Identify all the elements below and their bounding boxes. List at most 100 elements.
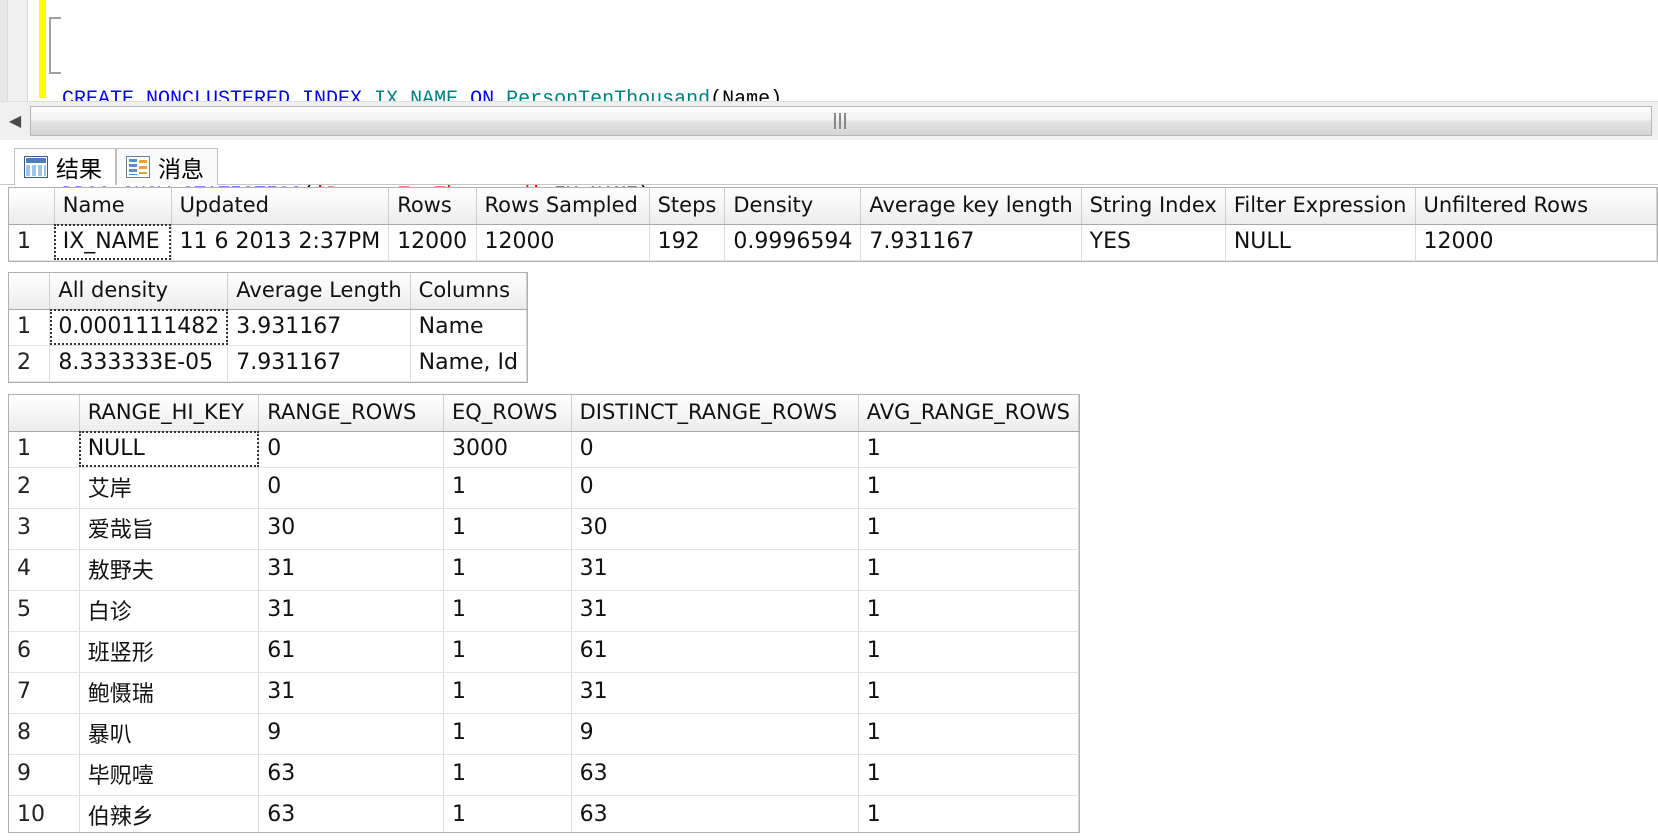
table-cell[interactable]: 1 [443,549,572,591]
table-cell[interactable]: IX_NAME [54,224,172,261]
table-cell[interactable]: 1 [443,795,572,832]
table-cell[interactable]: 30 [571,508,859,550]
table-cell[interactable]: 白诊 [79,590,260,632]
table-cell[interactable]: 31 [258,672,444,714]
row-number-cell[interactable]: 2 [9,467,80,509]
table-cell[interactable]: 31 [571,672,859,714]
table-cell[interactable]: 1 [443,713,572,755]
column-header[interactable]: Updated [171,188,390,225]
histogram-table[interactable]: RANGE_HI_KEY RANGE_ROWS EQ_ROWS DISTINCT_RA… [9,395,1079,832]
table-cell[interactable]: 63 [258,754,444,796]
table-cell[interactable]: 1 [443,467,572,509]
table-cell[interactable]: 61 [258,631,444,673]
table-cell[interactable]: 1 [858,549,1079,591]
column-header[interactable]: RANGE_HI_KEY [79,395,260,432]
table-cell[interactable]: 11 6 2013 2:37PM [171,224,390,261]
editor-horizontal-scrollbar[interactable]: ◀ [0,101,1658,140]
table-cell[interactable]: 7.931167 [860,224,1082,261]
table-cell[interactable]: 9 [571,713,859,755]
column-header[interactable]: All density [49,273,229,310]
table-cell[interactable]: Name [410,309,528,346]
table-cell[interactable]: 毕贶噎 [79,754,260,796]
table-cell[interactable]: 0.9996594 [724,224,862,261]
table-cell[interactable]: 0.0001111482 [49,309,229,346]
table-cell[interactable]: 31 [571,549,859,591]
table-cell[interactable]: 爱哉旨 [79,508,260,550]
table-cell[interactable]: 12000 [1415,224,1657,261]
row-number-cell[interactable]: 2 [9,345,51,382]
table-cell[interactable]: 1 [858,713,1079,755]
table-cell[interactable]: 12000 [388,224,477,261]
row-number-cell[interactable]: 1 [9,309,51,346]
table-cell[interactable]: Name, Id [410,345,528,382]
table-cell[interactable]: 0 [571,467,859,509]
table-cell[interactable]: 63 [258,795,444,832]
tab-results[interactable]: 结果 [14,148,116,185]
table-cell[interactable]: 8.333333E-05 [49,345,229,382]
table-row[interactable]: 6 班竖形 61 1 61 1 [9,631,1079,673]
table-cell[interactable]: 12000 [476,224,650,261]
table-cell[interactable]: 鲍慑瑞 [79,672,260,714]
table-cell[interactable]: 1 [443,631,572,673]
table-cell[interactable]: NULL [1225,224,1416,261]
column-header[interactable]: String Index [1081,188,1226,225]
row-number-cell[interactable]: 1 [9,224,55,261]
table-cell[interactable]: 61 [571,631,859,673]
table-cell[interactable]: 0 [571,431,859,468]
query-editor[interactable]: CREATE NONCLUSTERED INDEX IX_NAME ON Per… [0,0,1658,207]
row-number-cell[interactable]: 4 [9,549,80,591]
stat-header-table[interactable]: Name Updated Rows Rows Sampled Steps Density A… [9,188,1657,261]
stat-header-grid[interactable]: Name Updated Rows Rows Sampled Steps Density A… [8,187,1658,262]
column-header[interactable]: RANGE_ROWS [258,395,444,432]
row-number-header[interactable] [9,395,80,432]
table-row[interactable]: 1 IX_NAME 11 6 2013 2:37PM 12000 12000 192 0.9… [9,224,1657,261]
table-row[interactable]: 3 爱哉旨 30 1 30 1 [9,508,1079,550]
table-cell[interactable]: 1 [858,795,1079,832]
density-vector-table[interactable]: All density Average Length Columns 1 0.00011… [9,273,528,382]
table-cell[interactable]: 3000 [443,431,572,468]
column-header[interactable]: Average Length [227,273,411,310]
table-row[interactable]: 9 毕贶噎 63 1 63 1 [9,754,1079,796]
row-number-cell[interactable]: 10 [9,795,80,832]
table-row[interactable]: 2 艾岸 0 1 0 1 [9,467,1079,509]
table-cell[interactable]: 1 [443,672,572,714]
row-number-header[interactable] [9,188,55,225]
table-cell[interactable]: 艾岸 [79,467,260,509]
table-cell[interactable]: 1 [858,467,1079,509]
table-cell[interactable]: 1 [858,590,1079,632]
table-cell[interactable]: 1 [858,508,1079,550]
grip-handle-icon[interactable] [834,113,848,129]
column-header[interactable]: DISTINCT_RANGE_ROWS [571,395,859,432]
row-number-cell[interactable]: 5 [9,590,80,632]
column-header[interactable]: Name [54,188,172,225]
scrollbar-track[interactable] [30,106,1652,136]
chevron-left-icon[interactable]: ◀ [0,104,30,138]
histogram-grid[interactable]: RANGE_HI_KEY RANGE_ROWS EQ_ROWS DISTINCT_RA… [8,394,1080,833]
table-cell[interactable]: NULL [79,431,260,468]
table-cell[interactable]: 9 [258,713,444,755]
tab-messages[interactable]: 消息 [116,148,218,185]
column-header[interactable]: Rows Sampled [476,188,650,225]
table-cell[interactable]: 伯辣乡 [79,795,260,832]
row-number-cell[interactable]: 3 [9,508,80,550]
table-cell[interactable]: 1 [443,754,572,796]
table-row[interactable]: 4 敖野夫 31 1 31 1 [9,549,1079,591]
column-header[interactable]: Steps [649,188,726,225]
table-cell[interactable]: 31 [258,590,444,632]
table-cell[interactable]: 31 [258,549,444,591]
table-cell[interactable]: 1 [858,631,1079,673]
code-outlining-bracket[interactable] [49,17,61,74]
table-cell[interactable]: 班竖形 [79,631,260,673]
column-header[interactable]: Columns [410,273,528,310]
table-row[interactable]: 8 暴叭 9 1 9 1 [9,713,1079,755]
column-header[interactable]: AVG_RANGE_ROWS [858,395,1079,432]
table-cell[interactable]: 1 [858,672,1079,714]
table-cell[interactable]: 1 [443,590,572,632]
table-row[interactable]: 5 白诊 31 1 31 1 [9,590,1079,632]
table-cell[interactable]: 7.931167 [227,345,411,382]
table-cell[interactable]: YES [1081,224,1226,261]
row-number-cell[interactable]: 1 [9,431,80,468]
row-number-cell[interactable]: 9 [9,754,80,796]
table-cell[interactable]: 1 [443,508,572,550]
column-header[interactable]: Average key length [860,188,1082,225]
